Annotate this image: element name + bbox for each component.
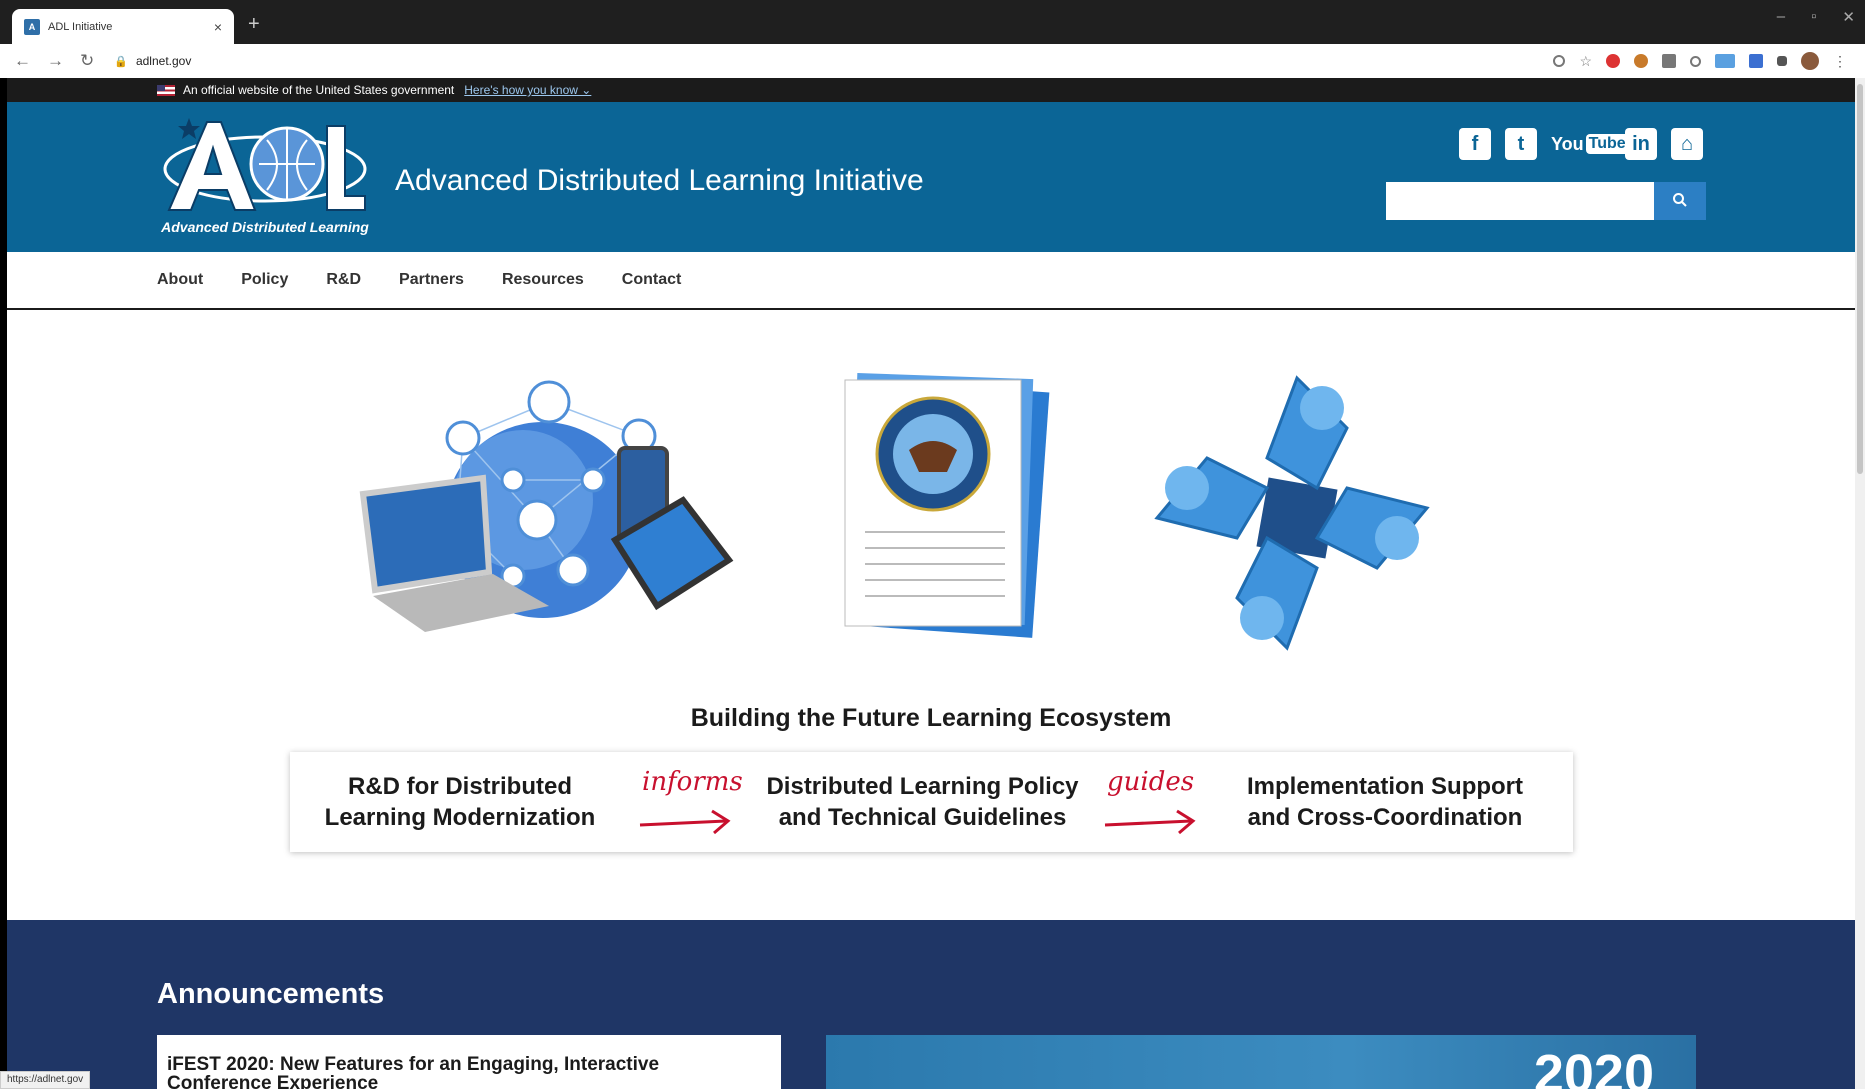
youtube-you: You [1551, 133, 1584, 154]
extension-blue-icon[interactable] [1715, 54, 1735, 68]
hero-section: Building the Future Learning Ecosystem R… [7, 310, 1855, 920]
browser-toolbar: ← → ↻ 🔒 adlnet.gov ☆ ⋮ [0, 44, 1865, 78]
linkedin-icon[interactable]: in [1625, 128, 1657, 160]
logo-text: Advanced Distributed Learning [160, 219, 369, 235]
flow-step-policy-line1: Distributed Learning Policy [766, 773, 1079, 800]
extension-stop-icon[interactable] [1606, 54, 1620, 68]
extensions-puzzle-icon[interactable] [1777, 56, 1787, 66]
network-devices-illustration [359, 380, 734, 632]
search-input[interactable] [1386, 182, 1654, 220]
main-navigation: About Policy R&D Partners Resources Cont… [7, 252, 1855, 310]
announcements-section: Announcements iFEST 2020: New Features f… [7, 920, 1855, 1089]
status-bar-url: https://adlnet.gov [0, 1071, 91, 1089]
dod-document-illustration [844, 373, 1050, 638]
site-search [1386, 182, 1706, 220]
extension-drive-icon[interactable] [1749, 54, 1763, 68]
adl-favicon-icon: A [24, 18, 40, 35]
search-icon [1673, 192, 1687, 207]
forward-icon[interactable]: → [47, 51, 64, 71]
lock-icon[interactable]: 🔒 [114, 55, 128, 68]
site-header: Advanced Distributed Learning Advanced D… [7, 102, 1855, 252]
extensions-area: ☆ ⋮ [1553, 52, 1847, 70]
site-title[interactable]: Advanced Distributed Learning Initiative [395, 164, 924, 198]
bookmark-star-icon[interactable]: ☆ [1579, 53, 1592, 70]
social-links: f t You Tube in ⌂ [1459, 128, 1703, 160]
flow-step-rnd-line2: Learning Modernization [324, 804, 596, 831]
nav-about[interactable]: About [157, 271, 203, 289]
window-controls: – ▫ ✕ [1777, 8, 1855, 26]
nav-policy[interactable]: Policy [241, 271, 288, 289]
youtube-icon[interactable]: You Tube [1551, 128, 1629, 160]
collaboration-hands-illustration [1154, 375, 1430, 651]
flow-step-policy: Distributed Learning Policy and Technica… [750, 771, 1095, 833]
heres-how-you-know-link[interactable]: Here's how you know ⌄ [464, 83, 591, 97]
announcement-image-year: 2020 [1533, 1044, 1654, 1089]
announcement-card[interactable]: iFEST 2020: New Features for an Engaging… [157, 1035, 781, 1089]
maximize-icon[interactable]: ▫ [1811, 8, 1816, 26]
new-tab-button[interactable]: + [248, 14, 260, 34]
adl-logo[interactable]: Advanced Distributed Learning [159, 114, 371, 238]
gov-banner-text: An official website of the United States… [183, 83, 455, 97]
search-button[interactable] [1654, 182, 1706, 220]
facebook-icon[interactable]: f [1459, 128, 1491, 160]
browser-tab[interactable]: A ADL Initiative × [12, 9, 234, 44]
flow-step-implementation-line1: Implementation Support [1247, 773, 1523, 800]
tab-title: ADL Initiative [48, 20, 113, 33]
twitter-icon[interactable]: t [1505, 128, 1537, 160]
us-flag-icon [157, 84, 175, 96]
nav-resources[interactable]: Resources [502, 271, 584, 289]
nav-partners[interactable]: Partners [399, 271, 464, 289]
announcement-title-line2: Conference Experience [167, 1073, 379, 1089]
extension-cookie-icon[interactable] [1634, 54, 1648, 68]
flow-step-implementation: Implementation Support and Cross-Coordin… [1215, 771, 1555, 833]
reload-icon[interactable]: ↻ [80, 51, 94, 71]
github-icon[interactable]: ⌂ [1671, 128, 1703, 160]
scrollbar-thumb[interactable] [1857, 84, 1863, 474]
nav-rnd[interactable]: R&D [326, 271, 361, 289]
gov-banner: An official website of the United States… [7, 78, 1855, 102]
extension-circle-icon[interactable] [1690, 55, 1701, 67]
close-tab-icon[interactable]: × [214, 19, 222, 35]
address-bar[interactable]: 🔒 adlnet.gov [110, 48, 1553, 74]
announcement-image[interactable]: 2020 [826, 1035, 1696, 1089]
back-icon[interactable]: ← [14, 51, 31, 71]
menu-kebab-icon[interactable]: ⋮ [1833, 53, 1847, 70]
extension-square-icon[interactable] [1662, 54, 1676, 68]
profile-avatar[interactable] [1801, 52, 1819, 70]
hero-tagline: Building the Future Learning Ecosystem [690, 704, 1172, 732]
ecosystem-flow-banner: R&D for Distributed Learning Modernizati… [290, 752, 1573, 852]
zoom-icon[interactable] [1553, 55, 1566, 67]
youtube-tube: Tube [1585, 134, 1629, 154]
flow-step-implementation-line2: and Cross-Coordination [1247, 804, 1523, 831]
minimize-icon[interactable]: – [1777, 8, 1785, 26]
flow-arrow-guides: guides [1095, 767, 1215, 837]
close-window-icon[interactable]: ✕ [1842, 8, 1855, 26]
announcements-title: Announcements [157, 978, 385, 1010]
page-scrollbar[interactable] [1855, 78, 1865, 1089]
web-page: An official website of the United States… [7, 78, 1855, 1089]
nav-contact[interactable]: Contact [622, 271, 682, 289]
flow-arrow-informs: informs [630, 767, 750, 837]
browser-tabbar: A ADL Initiative × + – ▫ ✕ [0, 0, 1865, 44]
url-text: adlnet.gov [135, 54, 192, 68]
flow-step-rnd: R&D for Distributed Learning Modernizati… [290, 771, 630, 833]
flow-step-rnd-line1: R&D for Distributed [348, 773, 572, 800]
flow-step-policy-line2: and Technical Guidelines [778, 804, 1067, 831]
announcement-title-line1: iFEST 2020: New Features for an Engaging… [167, 1054, 660, 1075]
